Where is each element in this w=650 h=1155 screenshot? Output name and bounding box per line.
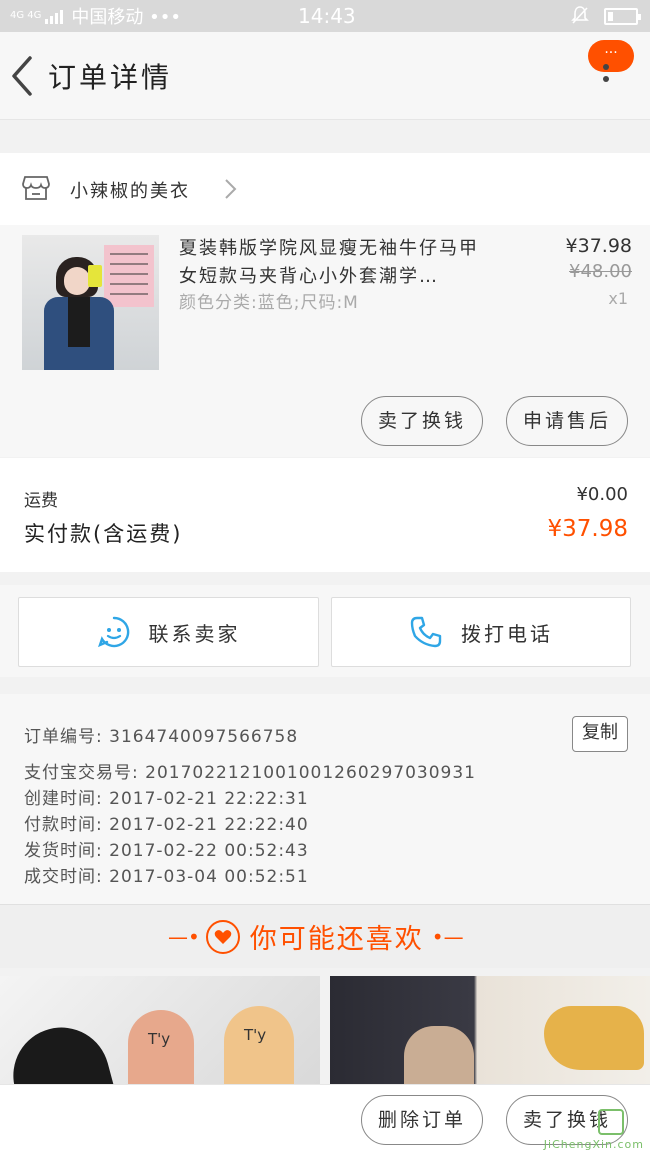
contact-seller-button[interactable]: 联系卖家 — [18, 597, 319, 667]
shipping-label: 运费 — [24, 491, 58, 511]
paid-time: 付款时间: 2017-02-21 22:22:40 — [24, 815, 309, 835]
shop-name: 小辣椒的美衣 — [70, 181, 190, 202]
product-quantity: x1 — [608, 289, 628, 308]
delete-order-button[interactable]: 删除订单 — [361, 1095, 483, 1145]
recommendation-grid — [0, 976, 650, 1084]
bottom-action-bar: 删除订单 卖了换钱 JiChengXin.com — [0, 1084, 650, 1155]
completed-time: 成交时间: 2017-03-04 00:52:51 — [24, 867, 309, 887]
copy-button[interactable]: 复制 — [572, 716, 628, 752]
contact-seller-label: 联系卖家 — [148, 621, 241, 646]
recommended-product[interactable] — [330, 976, 650, 1084]
order-item[interactable]: 夏装韩版学院风显瘦无袖牛仔马甲女短款马夹背心小外套潮学… 颜色分类:蓝色;尺码:… — [0, 225, 650, 457]
shop-icon — [22, 175, 50, 201]
heart-icon — [205, 919, 240, 954]
battery-icon — [604, 8, 641, 25]
total-paid-label: 实付款(含运费) — [24, 522, 183, 546]
payment-summary: 运费 ¥0.00 实付款(含运费) ¥37.98 — [0, 458, 650, 572]
phone-icon — [410, 616, 442, 648]
mute-bell-icon — [570, 5, 590, 30]
order-info: 订单编号: 3164740097566758 复制 支付宝交易号: 201702… — [0, 694, 650, 904]
order-number: 订单编号: 3164740097566758 — [24, 727, 299, 747]
chat-face-icon — [97, 616, 129, 648]
recommended-product[interactable] — [0, 976, 320, 1084]
decor-dash-left: —• — [168, 924, 200, 949]
recommendation-header: —• 你可能还喜欢 •— — [0, 904, 650, 968]
product-thumbnail[interactable] — [22, 235, 159, 370]
shipping-value: ¥0.00 — [576, 484, 628, 505]
site-watermark: JiChengXin.com — [543, 1109, 644, 1151]
more-menu-icon[interactable] — [603, 64, 609, 88]
contact-row: 联系卖家 拨打电话 — [0, 585, 650, 677]
carrier-name: 中国移动 ••• — [71, 7, 181, 28]
network-type: 4G 4G — [10, 10, 42, 21]
status-bar: 4G 4G 中国移动 ••• 14:43 — [0, 0, 650, 32]
sell-for-cash-button[interactable]: 卖了换钱 — [361, 396, 483, 446]
chevron-right-icon — [222, 177, 238, 201]
product-title[interactable]: 夏装韩版学院风显瘦无袖牛仔马甲女短款马夹背心小外套潮学… — [179, 235, 497, 291]
product-price: ¥37.98 — [565, 235, 632, 257]
created-time: 创建时间: 2017-02-21 22:22:31 — [24, 789, 309, 809]
clock: 14:43 — [298, 4, 356, 28]
back-button[interactable] — [8, 54, 38, 98]
watermark-text: JiChengXin.com — [543, 1138, 644, 1151]
shop-row[interactable]: 小辣椒的美衣 — [0, 153, 650, 225]
decor-dash-right: •— — [431, 924, 464, 949]
recommendation-title: 你可能还喜欢 — [249, 924, 424, 955]
back-arrow-icon — [12, 56, 32, 96]
product-original-price: ¥48.00 — [569, 261, 632, 282]
shipped-time: 发货时间: 2017-02-22 00:52:43 — [24, 841, 309, 861]
after-sales-button[interactable]: 申请售后 — [506, 396, 628, 446]
message-badge: ··· — [588, 40, 634, 72]
call-phone-button[interactable]: 拨打电话 — [331, 597, 631, 667]
watermark-logo — [598, 1109, 624, 1135]
alipay-trade-number: 支付宝交易号: 2017022121001001260297030931 — [24, 763, 476, 783]
call-phone-label: 拨打电话 — [461, 621, 553, 646]
page-title: 订单详情 — [48, 61, 173, 94]
total-paid-value: ¥37.98 — [547, 516, 628, 542]
message-bubble-button[interactable]: ··· — [588, 40, 634, 76]
nav-bar: 订单详情 ··· — [0, 32, 650, 120]
product-spec: 颜色分类:蓝色;尺码:M — [179, 293, 359, 313]
signal-icon — [45, 8, 64, 24]
